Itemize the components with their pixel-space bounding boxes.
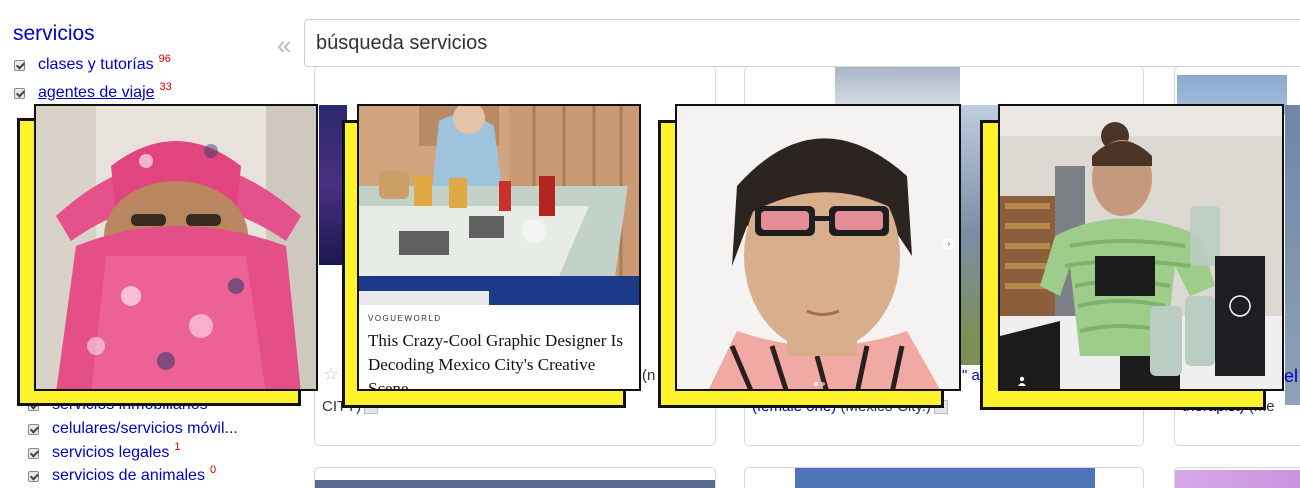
sunglasses-photo-art — [677, 106, 959, 389]
vogue-photo-art — [359, 106, 639, 311]
listing-title-fragment: (n — [642, 367, 655, 384]
listing-title-fragment: " a — [962, 367, 980, 384]
sidebar-item-label[interactable]: servicios legales — [52, 444, 169, 462]
listing-card[interactable] — [744, 467, 1144, 488]
photo-green-dress[interactable] — [998, 104, 1284, 391]
listing-image[interactable] — [1175, 470, 1300, 488]
checkbox-icon[interactable] — [28, 470, 39, 482]
carousel-dots — [814, 382, 825, 386]
sidebar-item-label[interactable]: servicios de animales — [52, 467, 205, 485]
article-caption: VOGUEWORLD This Crazy-Cool Graphic Desig… — [359, 305, 639, 389]
photo-sunglasses[interactable]: › — [675, 104, 961, 391]
sidebar-title[interactable]: servicios — [13, 22, 95, 46]
article-card-vogue[interactable]: VOGUEWORLD This Crazy-Cool Graphic Desig… — [357, 104, 641, 391]
article-kicker: VOGUEWORLD — [368, 314, 442, 323]
green-dress-photo-art — [1000, 106, 1282, 389]
checkbox-icon[interactable] — [14, 59, 25, 71]
sidebar-item-label[interactable]: agentes de viaje — [38, 84, 155, 102]
item-count: 33 — [159, 81, 172, 93]
photo-hat[interactable] — [34, 104, 318, 391]
listing-title[interactable]: el — [1284, 366, 1298, 386]
listing-title: (n — [642, 367, 656, 384]
star-icon[interactable]: ☆ — [323, 364, 339, 385]
sidebar-item-label[interactable]: celulares/servicios móvil... — [52, 420, 238, 438]
item-count: 96 — [158, 53, 171, 65]
sidebar-item-agentes[interactable]: agentes de viaje 33 — [14, 81, 172, 102]
listing-title-fragment: el — [1284, 366, 1298, 387]
item-count: 1 — [174, 441, 181, 453]
double-chevron-left-icon[interactable]: « — [277, 30, 292, 61]
sidebar-item-clases[interactable]: clases y tutorías 96 — [14, 53, 171, 74]
sidebar-item-celulares[interactable]: celulares/servicios móvil... — [28, 420, 238, 438]
sidebar-item-label[interactable]: clases y tutorías — [38, 56, 154, 74]
chevron-right-icon[interactable]: › — [943, 238, 955, 250]
listing-image[interactable] — [835, 67, 960, 107]
checkbox-icon[interactable] — [28, 447, 39, 459]
checkbox-icon[interactable] — [14, 87, 25, 99]
listing-image[interactable] — [315, 480, 715, 488]
article-headline[interactable]: This Crazy-Cool Graphic Designer Is Deco… — [368, 329, 630, 389]
listing-image[interactable] — [795, 468, 1095, 488]
sidebar-item-animales[interactable]: servicios de animales 0 — [28, 464, 217, 485]
listing-card[interactable] — [314, 467, 716, 488]
user-icon — [1018, 376, 1026, 386]
search-box[interactable] — [304, 19, 1300, 67]
item-count: 0 — [209, 464, 217, 476]
listing-title[interactable]: " a — [962, 367, 980, 384]
search-input[interactable] — [316, 32, 1216, 55]
sidebar-item-legales[interactable]: servicios legales 1 — [28, 441, 181, 462]
checkbox-icon[interactable] — [28, 423, 39, 435]
hat-photo-art — [36, 106, 316, 389]
listing-card[interactable] — [1174, 467, 1300, 488]
listing-image[interactable] — [1285, 105, 1300, 405]
